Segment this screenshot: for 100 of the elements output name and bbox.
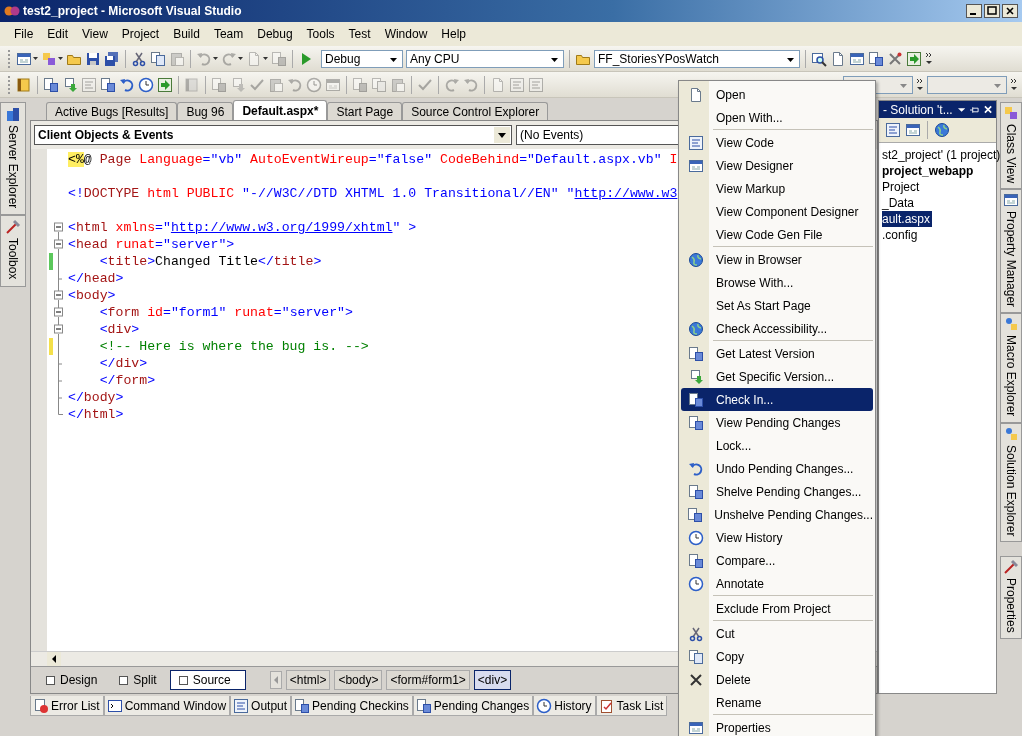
tag-breadcrumb[interactable]: <html> <box>285 670 331 690</box>
minimize-button[interactable] <box>966 4 982 18</box>
caret-icon[interactable] <box>238 57 243 60</box>
document-tab[interactable]: Start Page <box>327 102 403 120</box>
document-icon[interactable] <box>830 50 846 67</box>
tool-window-tab[interactable]: History <box>533 696 596 716</box>
tree-item[interactable]: ault.aspx <box>882 211 933 227</box>
context-menu-item[interactable]: Cut <box>681 622 873 645</box>
menu-item[interactable]: Edit <box>41 25 75 43</box>
tree-item[interactable]: st2_project' (1 project) <box>882 147 1003 163</box>
menu-item[interactable]: Team <box>207 25 250 43</box>
book-icon[interactable] <box>16 76 32 93</box>
context-menu-item[interactable]: Unshelve Pending Changes... <box>681 503 873 526</box>
object-dropdown[interactable]: Client Objects & Events <box>34 125 512 145</box>
code-icon[interactable] <box>885 122 901 138</box>
tool-window-tab[interactable]: Pending Changes <box>412 696 534 716</box>
side-tab[interactable]: Solution Explorer <box>1000 422 1022 542</box>
collapse-icon[interactable] <box>54 236 63 253</box>
tool-window-tab[interactable]: Error List <box>30 696 104 716</box>
menu-item[interactable]: Build <box>167 25 206 43</box>
caret-icon[interactable] <box>957 105 965 114</box>
context-menu-item[interactable]: Annotate <box>681 572 873 595</box>
context-menu-item[interactable]: View Markup <box>681 177 873 200</box>
tree-item[interactable]: .config <box>882 227 920 243</box>
context-menu-item[interactable]: View Code <box>681 131 873 154</box>
context-menu-item[interactable]: Lock... <box>681 434 873 457</box>
tool-window-tab[interactable]: Task List <box>595 696 668 716</box>
tag-breadcrumb[interactable]: <form#form1> <box>386 670 470 690</box>
context-menu-item[interactable]: Rename <box>681 691 873 714</box>
context-menu-item[interactable]: View Code Gen File <box>681 223 873 246</box>
platform-dropdown[interactable]: Any CPU <box>406 49 564 68</box>
document-tab[interactable]: Default.aspx* <box>233 100 328 120</box>
startup-item-dropdown[interactable]: FF_StoriesYPosWatch <box>594 49 800 68</box>
side-tab[interactable]: Class View <box>1000 102 1022 190</box>
collapse-icon[interactable] <box>54 304 63 321</box>
context-menu-item[interactable]: View History <box>681 526 873 549</box>
window-icon[interactable] <box>905 122 921 138</box>
context-menu-item[interactable]: Set As Start Page <box>681 294 873 317</box>
documents-icon[interactable] <box>100 76 116 93</box>
window-icon[interactable] <box>16 50 32 67</box>
context-menu-item[interactable]: Delete <box>681 668 873 691</box>
menu-item[interactable]: Window <box>378 25 434 43</box>
tree-item[interactable]: Project <box>882 179 922 195</box>
download-icon[interactable] <box>62 76 78 93</box>
context-menu-item[interactable]: Get Latest Version <box>681 342 873 365</box>
globe-icon[interactable] <box>934 122 950 138</box>
menu-item[interactable]: Project <box>115 25 166 43</box>
caret-icon[interactable] <box>213 57 218 60</box>
context-menu-item[interactable]: Copy <box>681 645 873 668</box>
collapse-icon[interactable] <box>54 321 63 338</box>
close-button[interactable] <box>1002 4 1018 18</box>
context-menu-item[interactable]: Check In... <box>681 388 873 411</box>
url-link[interactable]: http://www.w3.org/1999/xhtml <box>170 220 393 235</box>
context-menu-item[interactable]: View Pending Changes <box>681 411 873 434</box>
toolbar-overflow-icon[interactable] <box>925 50 933 67</box>
window-icon[interactable] <box>849 50 865 67</box>
context-menu-item[interactable]: Check Accessibility... <box>681 317 873 340</box>
menu-item[interactable]: Help <box>435 25 472 43</box>
documents-icon[interactable] <box>868 50 884 67</box>
pin-icon[interactable] <box>969 104 979 115</box>
side-tab[interactable]: Server Explorer <box>0 102 26 216</box>
save-icon[interactable] <box>85 50 101 67</box>
context-menu-item[interactable]: Undo Pending Changes... <box>681 457 873 480</box>
menu-item[interactable]: Tools <box>300 25 341 43</box>
tree-item[interactable]: _Data <box>882 195 917 211</box>
context-menu-item[interactable]: Open <box>681 83 873 106</box>
menu-item[interactable]: Debug <box>251 25 299 43</box>
menu-item[interactable]: View <box>76 25 114 43</box>
tool-window-tab[interactable]: Command Window <box>103 696 231 716</box>
context-menu-item[interactable]: Get Specific Version... <box>681 365 873 388</box>
scroll-left-icon[interactable] <box>47 652 61 666</box>
caret-icon[interactable] <box>33 57 38 60</box>
collapse-icon[interactable] <box>54 219 63 236</box>
side-tab[interactable]: Macro Explorer <box>1000 313 1022 423</box>
save-all-icon[interactable] <box>104 50 120 67</box>
view-tab[interactable]: Split <box>110 670 166 690</box>
view-tab[interactable]: Design <box>37 670 107 690</box>
side-tab[interactable]: Properties <box>1000 555 1022 639</box>
toolbar-overflow-icon[interactable] <box>916 76 924 93</box>
context-menu-item[interactable]: View Designer <box>681 154 873 177</box>
menu-item[interactable]: File <box>8 25 40 43</box>
collapse-icon[interactable] <box>54 287 63 304</box>
context-menu-item[interactable]: View Component Designer <box>681 200 873 223</box>
tool-window-tab[interactable]: Output <box>230 696 292 716</box>
menu-item[interactable]: Test <box>342 25 377 43</box>
cut-icon[interactable] <box>131 50 147 67</box>
context-menu-item[interactable]: Properties <box>681 716 873 736</box>
undo-icon[interactable] <box>119 76 135 93</box>
url-link[interactable]: http://www.w3 <box>574 186 678 201</box>
tree-item[interactable]: project_webapp <box>882 163 976 179</box>
configuration-dropdown[interactable]: Debug <box>321 49 403 68</box>
tool-window-tab[interactable]: Pending Checkins <box>291 696 413 716</box>
caret-icon[interactable] <box>58 57 63 60</box>
clock-icon[interactable] <box>138 76 154 93</box>
tools-icon[interactable] <box>887 50 903 67</box>
tag-breadcrumb[interactable]: <body> <box>334 670 383 690</box>
document-tab[interactable]: Bug 96 <box>177 102 234 120</box>
toolbar-overflow-icon[interactable] <box>1010 76 1018 93</box>
tag-breadcrumb[interactable]: <div> <box>473 670 512 690</box>
context-menu-item[interactable]: View in Browser <box>681 248 873 271</box>
